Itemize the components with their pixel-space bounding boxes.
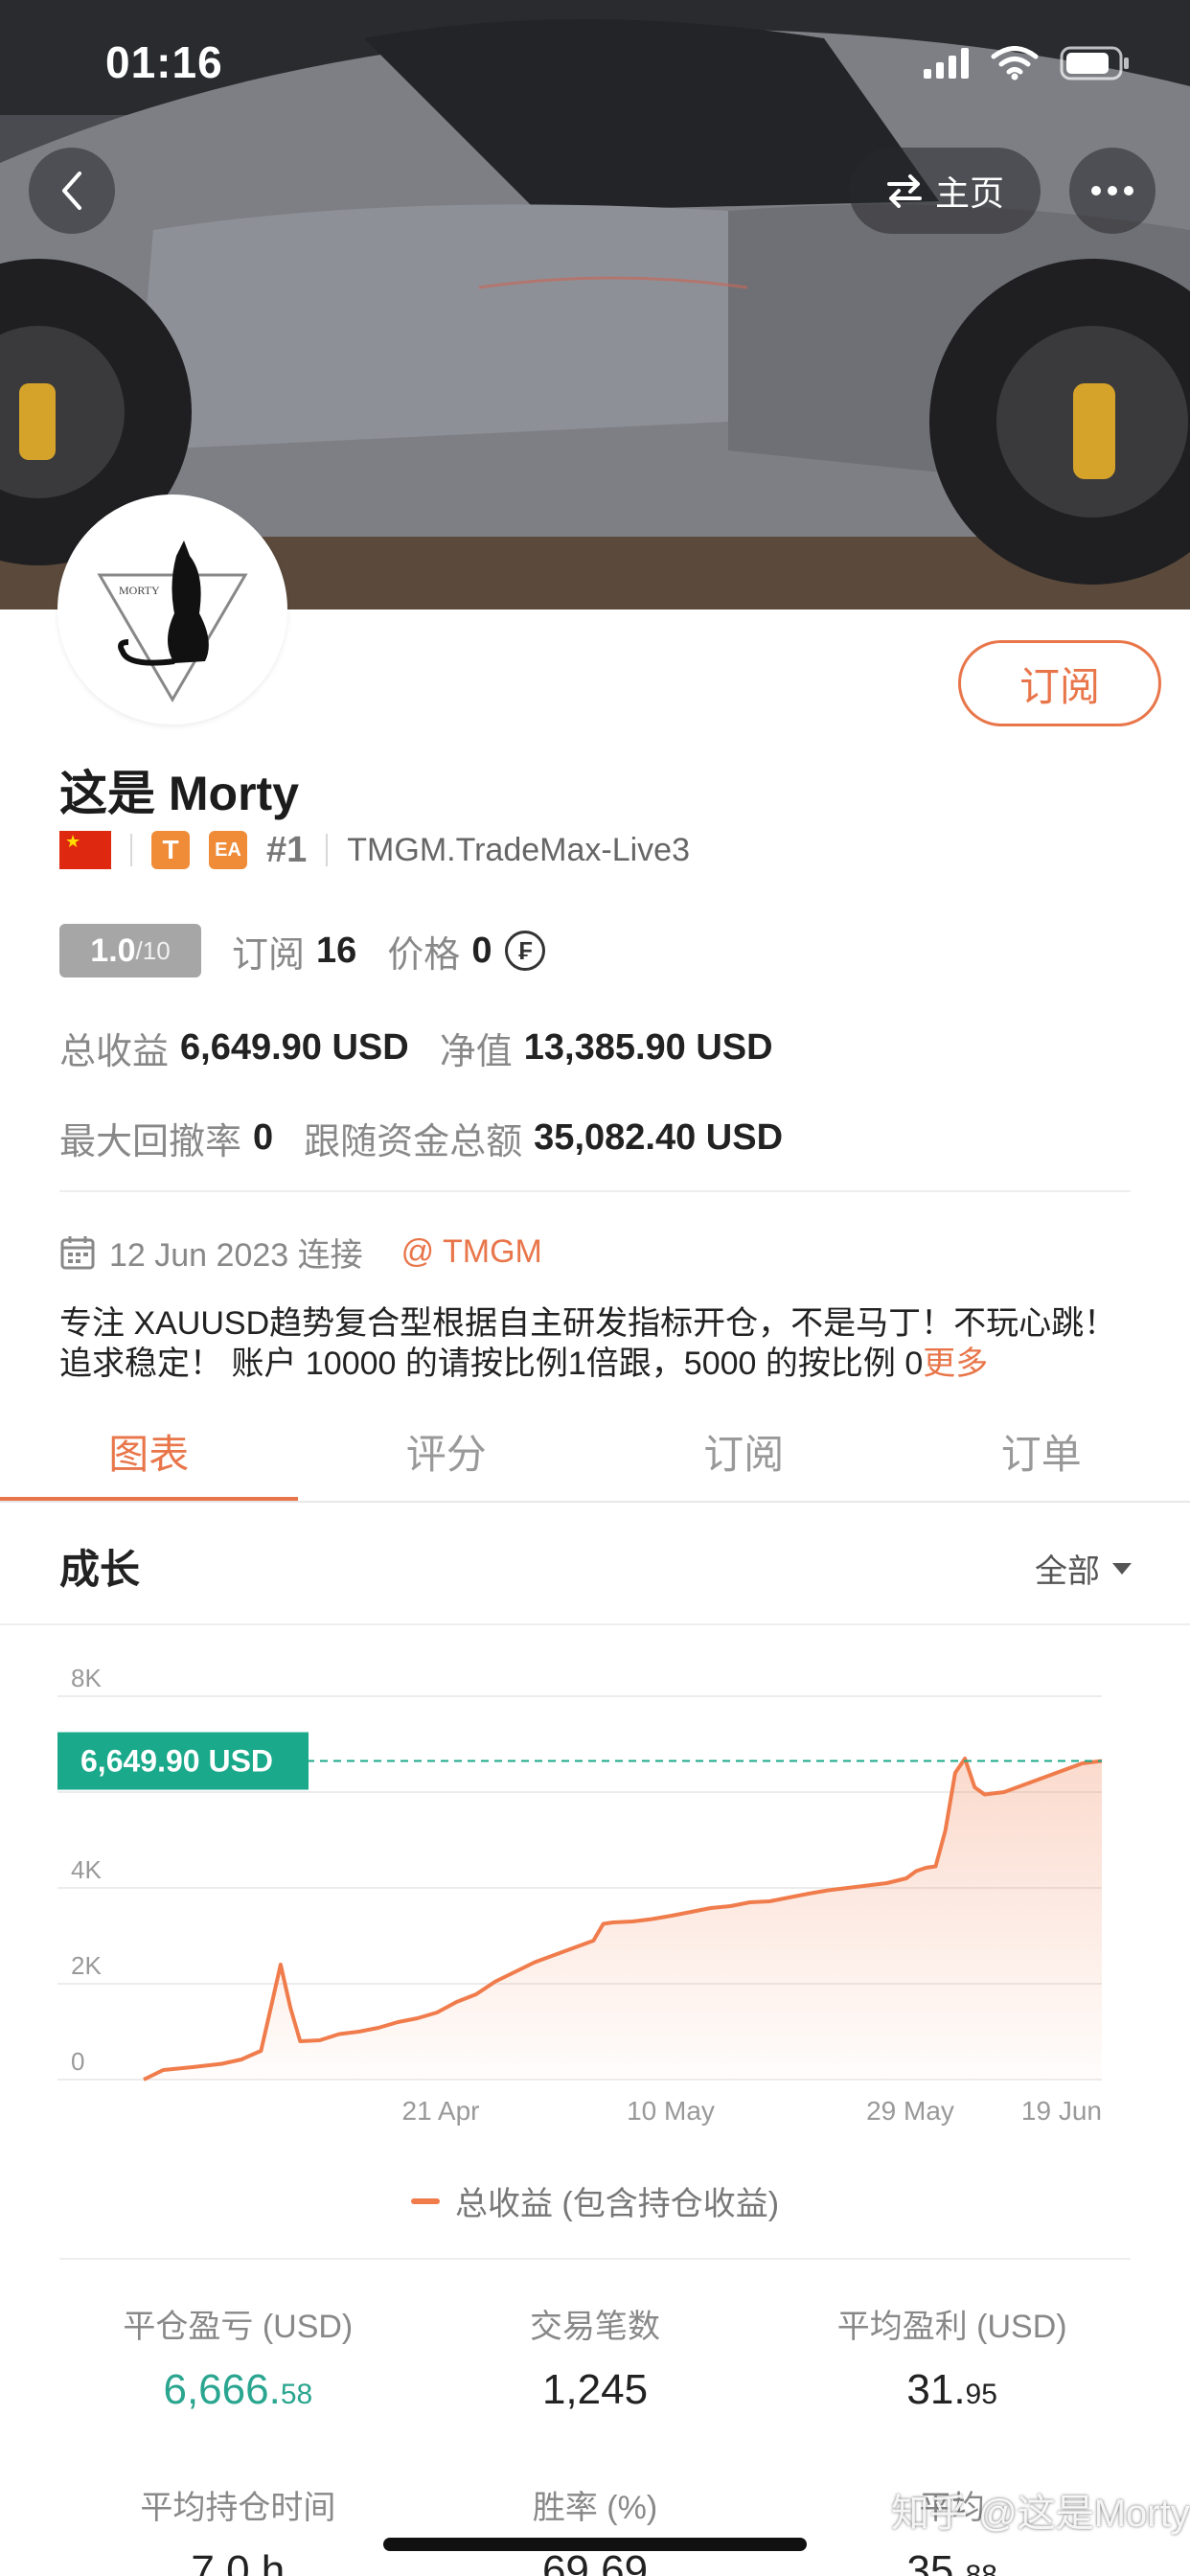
stat-label: 胜率 (%): [532, 2490, 658, 2526]
more-link[interactable]: 更多: [923, 1346, 988, 1382]
rating-main: 1.0: [90, 932, 136, 969]
x-tick-label: 29 May: [866, 2096, 954, 2126]
badge-t: T: [151, 831, 190, 869]
status-bar: 01:16: [0, 0, 1190, 125]
range-label: 全部: [1035, 1553, 1100, 1590]
stat-value: 7.0 h: [191, 2547, 286, 2576]
home-label: 主页: [934, 173, 1004, 213]
rating-sub: /10: [135, 935, 171, 965]
drawdown-row: 最大回撤率 0 跟随资金总额 35,082.40 USD: [59, 1112, 813, 1164]
x-tick-label: 10 May: [627, 2096, 715, 2126]
price-label: 价格: [387, 934, 461, 976]
stat-label: 平均盈利 (USD): [836, 2309, 1067, 2345]
badge-separator: [130, 834, 132, 866]
y-tick-label: 8K: [71, 1664, 102, 1692]
x-tick-label: 21 Apr: [402, 2096, 480, 2126]
stat-value: 1,245: [541, 2366, 649, 2413]
stat-win-rate: 胜率 (%) 69.69: [417, 2481, 774, 2576]
profit-row: 总收益 6,649.90 USD 净值 13,385.90 USD: [59, 1022, 804, 1074]
status-time: 01:16: [105, 37, 223, 87]
more-options-button[interactable]: [1069, 148, 1156, 234]
total-profit-label: 总收益: [59, 1032, 170, 1072]
y-tick-label: 4K: [71, 1855, 102, 1884]
subscribe-count-label: 订阅: [232, 934, 306, 976]
tab-chart[interactable]: 图表: [0, 1399, 298, 1503]
stat-value: 35.88: [906, 2547, 997, 2576]
max-drawdown-label: 最大回撤率: [59, 1122, 242, 1162]
current-value-label: 6,649.90 USD: [80, 1744, 273, 1779]
tab-subscribe[interactable]: 订阅: [595, 1399, 893, 1503]
badge-ea: EA: [209, 831, 247, 869]
stat-value: 6,666.58: [163, 2366, 313, 2413]
back-button[interactable]: [29, 148, 115, 234]
stat-label: 平仓盈亏 (USD): [123, 2309, 354, 2345]
switch-home-button[interactable]: 主页: [849, 148, 1041, 234]
stat-value: 31.95: [906, 2366, 997, 2413]
divider: [59, 2258, 1131, 2260]
tab-orders[interactable]: 订单: [893, 1399, 1190, 1503]
caret-down-icon: [1112, 1562, 1132, 1575]
stat-label: 平均持仓时间: [140, 2490, 336, 2526]
avatar[interactable]: MORTY: [57, 494, 287, 724]
subscribe-button[interactable]: 订阅: [958, 640, 1161, 726]
stat-avg-profit: 平均盈利 (USD) 31.95: [773, 2300, 1131, 2414]
wifi-icon: [991, 46, 1039, 80]
net-value-value: 13,385.90 USD: [523, 1027, 773, 1068]
badge-separator: [326, 834, 329, 866]
watermark: 知乎 @这是Morty: [891, 2493, 1190, 2535]
stat-value: 69.69: [541, 2547, 649, 2576]
tab-bar: 图表 评分 订阅 订单: [0, 1399, 1190, 1503]
y-tick-label: 0: [71, 2047, 84, 2076]
coin-icon: ₣: [505, 931, 546, 971]
follow-funds-value: 35,082.40 USD: [534, 1117, 784, 1158]
rank-label: #1: [266, 829, 308, 870]
growth-area: [144, 1759, 1102, 2080]
profile-badges: T EA #1 TMGM.TradeMax-Live3: [59, 826, 690, 874]
legend-swatch: [410, 2197, 440, 2204]
calendar-icon: [60, 1235, 95, 1269]
tab-rating[interactable]: 评分: [298, 1399, 596, 1503]
max-drawdown-value: 0: [253, 1117, 274, 1158]
tab-bar-divider: [0, 1501, 1190, 1503]
rating-row: 1.0/10 订阅 16 价格 0 ₣: [59, 924, 546, 978]
stat-trade-count: 交易笔数 1,245: [417, 2300, 774, 2414]
server-name: TMGM.TradeMax-Live3: [347, 831, 690, 868]
connect-row: 12 Jun 2023 连接 @ TMGM: [59, 1229, 542, 1276]
net-value-label: 净值: [439, 1032, 513, 1072]
connect-date: 12 Jun 2023 连接: [109, 1237, 363, 1274]
stat-avg-hold-time: 平均持仓时间 7.0 h: [59, 2481, 417, 2576]
divider: [0, 1623, 1190, 1625]
rating-badge: 1.0/10: [59, 924, 201, 978]
strategy-description: 专注 XAUUSD趋势复合型根据自主研发指标开仓，不是马丁！不玩心跳！追求稳定！…: [59, 1303, 1142, 1384]
growth-chart: 02K4K6K8K 21 Apr10 May29 May19 Jun 6,649…: [57, 1664, 1103, 2126]
china-flag-icon: [59, 831, 111, 869]
x-tick-label: 19 Jun: [1021, 2096, 1102, 2126]
stat-closed-pnl: 平仓盈亏 (USD) 6,666.58: [59, 2300, 417, 2414]
chevron-left-icon: [62, 172, 81, 210]
price-value: 0: [471, 930, 492, 971]
battery-icon: [1060, 46, 1129, 80]
total-profit-value: 6,649.90 USD: [180, 1027, 409, 1068]
legend-label: 总收益 (包含持仓收益): [454, 2186, 780, 2222]
stat-label: 交易笔数: [529, 2309, 660, 2345]
growth-title: 成长: [59, 1547, 141, 1592]
follow-funds-label: 跟随资金总额: [304, 1122, 523, 1162]
home-indicator[interactable]: [383, 2538, 807, 2551]
cat-logo-avatar: MORTY: [97, 540, 248, 702]
divider: [59, 1190, 1131, 1192]
profile-name: 这是 Morty: [59, 767, 299, 820]
broker-link[interactable]: @ TMGM: [401, 1233, 542, 1271]
y-tick-label: 2K: [71, 1951, 102, 1980]
swap-arrows-icon: [886, 174, 922, 208]
avatar-text: MORTY: [119, 584, 160, 597]
more-dots-icon: [1091, 186, 1133, 196]
range-select[interactable]: 全部: [1035, 1545, 1133, 1592]
status-icons: [924, 46, 1131, 80]
chart-legend: 总收益 (包含持仓收益): [0, 2177, 1190, 2224]
current-value-marker: 6,649.90 USD: [57, 1732, 309, 1790]
cellular-signal-icon: [924, 48, 969, 79]
subscribe-count-value: 16: [316, 930, 357, 971]
